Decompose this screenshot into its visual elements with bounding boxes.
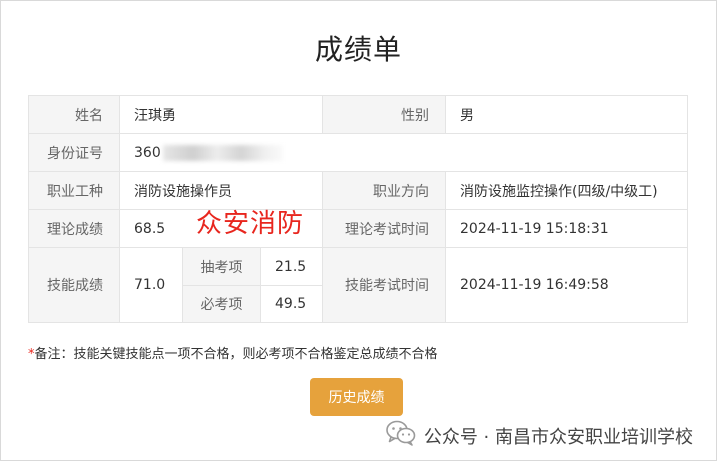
remark-text: 备注：技能关键技能点一项不合格，则必考项不合格鉴定总成绩不合格 bbox=[34, 347, 438, 362]
id-redaction-blur bbox=[162, 144, 283, 161]
table-row: 职业工种 消防设施操作员 职业方向 消防设施监控操作(四级/中级工) bbox=[28, 171, 688, 210]
required-label: 必考项 bbox=[182, 285, 261, 323]
skill-time-label: 技能考试时间 bbox=[322, 247, 446, 323]
name-value: 汪琪勇 bbox=[119, 95, 323, 134]
footer-text: 公众号 · 南昌市众安职业培训学校 bbox=[423, 426, 693, 448]
job-label: 职业工种 bbox=[28, 171, 120, 210]
grade-table: 姓名 汪琪勇 性别 男 身份证号 360 职业工种 消防设施操作员 职业方向 消… bbox=[28, 95, 688, 323]
skill-value: 71.0 bbox=[119, 247, 183, 323]
id-label: 身份证号 bbox=[28, 133, 120, 172]
name-label: 姓名 bbox=[28, 95, 120, 134]
required-value: 49.5 bbox=[260, 285, 323, 323]
table-row: 姓名 汪琪勇 性别 男 bbox=[28, 95, 688, 134]
overlay-watermark-text: 众安消防 bbox=[196, 209, 305, 239]
theory-time-label: 理论考试时间 bbox=[322, 209, 446, 248]
skill-time-value: 2024-11-19 16:49:58 bbox=[445, 247, 688, 323]
theory-label: 理论成绩 bbox=[28, 209, 120, 248]
page-title: 成绩单 bbox=[314, 33, 402, 66]
skill-label: 技能成绩 bbox=[28, 247, 120, 323]
direction-value: 消防设施监控操作(四级/中级工) bbox=[445, 171, 688, 210]
direction-label: 职业方向 bbox=[322, 171, 446, 210]
sample-value: 21.5 bbox=[260, 247, 323, 286]
id-cell: 360 bbox=[119, 133, 688, 172]
table-row: 理论成绩 68.5 理论考试时间 2024-11-19 15:18:31 bbox=[28, 209, 688, 248]
table-row: 技能成绩 71.0 抽考项 21.5 技能考试时间 2024-11-19 16:… bbox=[28, 247, 688, 323]
gender-value: 男 bbox=[445, 95, 688, 134]
remark-note: *备注：技能关键技能点一项不合格，则必考项不合格鉴定总成绩不合格 bbox=[28, 343, 438, 362]
table-row: 身份证号 360 bbox=[28, 133, 688, 172]
sample-label: 抽考项 bbox=[182, 247, 261, 286]
gender-label: 性别 bbox=[322, 95, 446, 134]
theory-time-value: 2024-11-19 15:18:31 bbox=[445, 209, 688, 248]
history-grades-button[interactable]: 历史成绩 bbox=[310, 378, 403, 416]
id-value: 360 bbox=[134, 144, 161, 161]
footer-watermark: 公众号 · 南昌市众安职业培训学校 bbox=[386, 420, 693, 451]
wechat-icon bbox=[386, 420, 416, 451]
